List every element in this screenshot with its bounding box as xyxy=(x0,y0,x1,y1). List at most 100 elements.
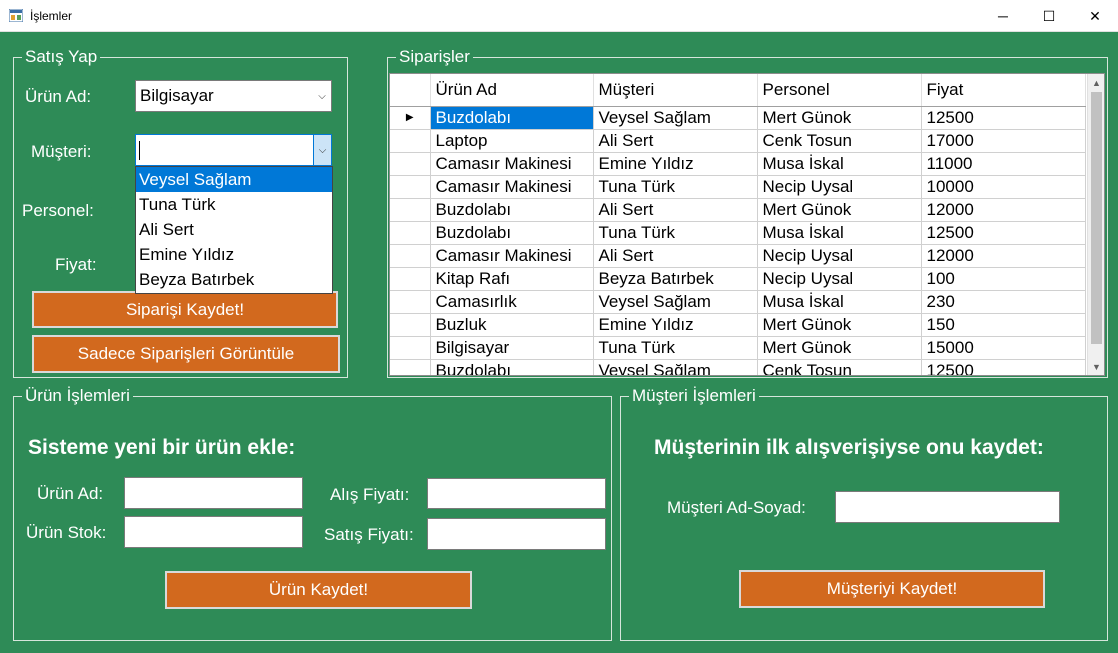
scroll-down-icon[interactable]: ▼ xyxy=(1088,358,1104,375)
table-cell[interactable]: Camasır Makinesi xyxy=(430,175,594,199)
table-cell[interactable]: Mert Günok xyxy=(757,106,922,130)
table-cell[interactable]: Tuna Türk xyxy=(593,336,758,360)
table-cell[interactable]: 150 xyxy=(921,313,1086,337)
table-row[interactable]: Buzluk Emine Yıldız Mert Günok 150 xyxy=(390,313,1086,337)
urun-kaydet-button[interactable]: Ürün Kaydet! xyxy=(165,571,472,609)
table-row[interactable]: Buzdolabı Ali Sert Mert Günok 12000 xyxy=(390,198,1086,222)
alis-fiyati-input[interactable] xyxy=(427,478,606,509)
table-row[interactable]: Camasır Makinesi Tuna Türk Necip Uysal 1000… xyxy=(390,175,1086,199)
table-cell[interactable]: Buzdolabı xyxy=(430,359,594,375)
table-cell[interactable]: Buzluk xyxy=(430,313,594,337)
table-cell[interactable]: 12000 xyxy=(921,198,1086,222)
table-cell[interactable]: Necip Uysal xyxy=(757,175,922,199)
table-cell[interactable]: 12500 xyxy=(921,106,1086,130)
row-header[interactable] xyxy=(390,175,431,199)
table-row[interactable]: ▶ Buzdolabı Veysel Sağlam Mert Günok 12500 xyxy=(390,106,1086,130)
dropdown-option[interactable]: Emine Yıldız xyxy=(136,242,332,267)
table-row[interactable]: Camasırlık Veysel Sağlam Musa İskal 230 xyxy=(390,290,1086,314)
dropdown-option[interactable]: Beyza Batırbek xyxy=(136,267,332,292)
table-cell[interactable]: Bilgisayar xyxy=(430,336,594,360)
table-cell[interactable]: Laptop xyxy=(430,129,594,153)
table-cell[interactable]: Veysel Sağlam xyxy=(593,359,758,375)
row-header[interactable] xyxy=(390,244,431,268)
chevron-down-icon[interactable]: ⌵ xyxy=(313,81,331,111)
column-header[interactable]: Ürün Ad xyxy=(430,74,594,107)
table-cell[interactable]: Buzdolabı xyxy=(430,198,594,222)
table-cell[interactable]: 12000 xyxy=(921,244,1086,268)
table-cell[interactable]: Veysel Sağlam xyxy=(593,290,758,314)
table-cell[interactable]: 15000 xyxy=(921,336,1086,360)
row-header[interactable] xyxy=(390,313,431,337)
siparis-kaydet-button[interactable]: Siparişi Kaydet! xyxy=(32,291,338,328)
table-cell[interactable]: Buzdolabı xyxy=(430,221,594,245)
table-row[interactable]: Bilgisayar Tuna Türk Mert Günok 15000 xyxy=(390,336,1086,360)
row-header[interactable] xyxy=(390,336,431,360)
musteri-dropdown-list[interactable]: Veysel Sağlam Tuna Türk Ali Sert Emine Yıld… xyxy=(135,166,333,294)
table-cell[interactable]: Musa İskal xyxy=(757,152,922,176)
table-cell[interactable]: Tuna Türk xyxy=(593,221,758,245)
urun-combobox[interactable]: Bilgisayar ⌵ xyxy=(135,80,332,112)
close-button[interactable]: ✕ xyxy=(1072,0,1118,32)
musteri-adsoyad-input[interactable] xyxy=(835,491,1060,523)
table-cell[interactable]: 12500 xyxy=(921,359,1086,375)
vertical-scrollbar[interactable]: ▲ ▼ xyxy=(1087,74,1104,375)
table-cell[interactable]: 230 xyxy=(921,290,1086,314)
column-header[interactable]: Fiyat xyxy=(921,74,1086,107)
table-cell[interactable]: 11000 xyxy=(921,152,1086,176)
table-cell[interactable]: Mert Günok xyxy=(757,336,922,360)
table-row[interactable]: Kitap Rafı Beyza Batırbek Necip Uysal 100 xyxy=(390,267,1086,291)
scroll-thumb[interactable] xyxy=(1091,92,1102,344)
musteri-combobox[interactable]: ⌵ xyxy=(135,134,332,166)
dropdown-option[interactable]: Ali Sert xyxy=(136,217,332,242)
table-cell[interactable]: Kitap Rafı xyxy=(430,267,594,291)
scroll-up-icon[interactable]: ▲ xyxy=(1088,74,1104,91)
table-cell[interactable]: Cenk Tosun xyxy=(757,129,922,153)
table-cell[interactable]: Cenk Tosun xyxy=(757,359,922,375)
minimize-button[interactable]: ─ xyxy=(980,0,1026,32)
maximize-button[interactable]: ☐ xyxy=(1026,0,1072,32)
table-cell[interactable]: Tuna Türk xyxy=(593,175,758,199)
row-header[interactable] xyxy=(390,129,431,153)
column-header[interactable]: Müşteri xyxy=(593,74,758,107)
row-header[interactable] xyxy=(390,290,431,314)
row-header[interactable] xyxy=(390,198,431,222)
urun-ad-input[interactable] xyxy=(124,477,303,509)
table-cell[interactable]: Buzdolabı xyxy=(430,106,594,130)
current-row-arrow-icon[interactable]: ▶ xyxy=(390,106,431,130)
table-cell[interactable]: 12500 xyxy=(921,221,1086,245)
dropdown-option[interactable]: Tuna Türk xyxy=(136,192,332,217)
satis-fiyati-input[interactable] xyxy=(427,518,606,550)
row-header[interactable] xyxy=(390,152,431,176)
table-cell[interactable]: Beyza Batırbek xyxy=(593,267,758,291)
table-cell[interactable]: Emine Yıldız xyxy=(593,313,758,337)
table-cell[interactable]: Mert Günok xyxy=(757,313,922,337)
table-cell[interactable]: Camasır Makinesi xyxy=(430,244,594,268)
dropdown-option[interactable]: Veysel Sağlam xyxy=(136,167,332,192)
table-cell[interactable]: Emine Yıldız xyxy=(593,152,758,176)
table-cell[interactable]: 17000 xyxy=(921,129,1086,153)
siparisleri-goruntule-button[interactable]: Sadece Siparişleri Görüntüle xyxy=(32,335,340,373)
row-header[interactable] xyxy=(390,359,431,375)
table-cell[interactable]: Ali Sert xyxy=(593,129,758,153)
table-row[interactable]: Buzdolabı Tuna Türk Musa İskal 12500 xyxy=(390,221,1086,245)
table-cell[interactable]: Necip Uysal xyxy=(757,267,922,291)
table-cell[interactable]: Camasırlık xyxy=(430,290,594,314)
urun-stok-input[interactable] xyxy=(124,516,303,548)
table-row[interactable]: Buzdolabı Veysel Sağlam Cenk Tosun 12500 xyxy=(390,359,1086,375)
table-cell[interactable]: Mert Günok xyxy=(757,198,922,222)
table-cell[interactable]: Camasır Makinesi xyxy=(430,152,594,176)
table-cell[interactable]: 10000 xyxy=(921,175,1086,199)
table-cell[interactable]: Ali Sert xyxy=(593,198,758,222)
chevron-down-icon[interactable]: ⌵ xyxy=(313,135,331,165)
table-row[interactable]: Camasır Makinesi Emine Yıldız Musa İskal 11… xyxy=(390,152,1086,176)
table-cell[interactable]: Veysel Sağlam xyxy=(593,106,758,130)
table-cell[interactable]: 100 xyxy=(921,267,1086,291)
table-cell[interactable]: Musa İskal xyxy=(757,221,922,245)
row-header[interactable] xyxy=(390,221,431,245)
table-cell[interactable]: Musa İskal xyxy=(757,290,922,314)
table-row[interactable]: Laptop Ali Sert Cenk Tosun 17000 xyxy=(390,129,1086,153)
table-cell[interactable]: Ali Sert xyxy=(593,244,758,268)
table-cell[interactable]: Necip Uysal xyxy=(757,244,922,268)
siparisler-grid[interactable]: Ürün Ad Müşteri Personel Fiyat ▶ Buzdolabı Ve… xyxy=(389,73,1105,376)
table-row[interactable]: Camasır Makinesi Ali Sert Necip Uysal 12000 xyxy=(390,244,1086,268)
